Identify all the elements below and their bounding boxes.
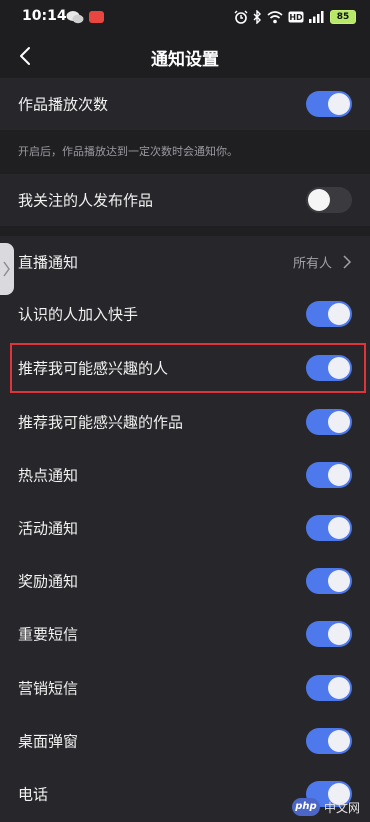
- setting-row-activity: 活动通知: [0, 502, 370, 554]
- setting-row-marketing-sms: 营销短信: [0, 662, 370, 714]
- setting-label: 奖励通知: [18, 572, 79, 591]
- play-count-toggle[interactable]: [306, 91, 352, 117]
- play-count-hint: 开启后，作品播放达到一定次数时会通知你。: [18, 145, 238, 158]
- setting-label: 重要短信: [18, 625, 79, 644]
- followed-post-toggle[interactable]: [306, 187, 352, 213]
- setting-row-important-sms: 重要短信: [0, 608, 370, 660]
- recommend-people-toggle[interactable]: [306, 355, 352, 381]
- nav-bar: 通知设置: [0, 34, 370, 78]
- watermark-logo: php: [291, 798, 320, 816]
- setting-label: 电话: [18, 785, 49, 804]
- setting-row-live[interactable]: 直播通知 所有人: [0, 236, 370, 288]
- acquaintance-join-toggle[interactable]: [306, 301, 352, 327]
- setting-label: 作品播放次数: [18, 95, 109, 114]
- side-drawer-handle[interactable]: [0, 243, 14, 295]
- wifi-icon: [267, 10, 283, 23]
- hd-icon: HD: [288, 11, 304, 23]
- setting-label: 认识的人加入快手: [18, 305, 139, 324]
- toggle-knob: [328, 570, 350, 592]
- toggle-knob: [328, 464, 350, 486]
- chevron-right-icon: [343, 255, 352, 269]
- toggle-knob: [328, 730, 350, 752]
- toggle-knob: [328, 303, 350, 325]
- setting-label: 我关注的人发布作品: [18, 191, 154, 210]
- chevron-right-icon: [3, 261, 10, 277]
- svg-text:HD: HD: [289, 13, 303, 22]
- toggle-knob: [328, 357, 350, 379]
- status-icons: HD 85: [234, 9, 356, 25]
- wechat-icon: [66, 11, 84, 24]
- setting-label: 热点通知: [18, 466, 79, 485]
- watermark-text: 中文网: [323, 800, 360, 815]
- status-time: 10:14: [22, 8, 67, 24]
- video-app-icon: [89, 11, 104, 23]
- section-divider: [0, 226, 370, 236]
- setting-row-reward: 奖励通知: [0, 555, 370, 607]
- hint-section: 开启后，作品播放达到一定次数时会通知你。: [0, 130, 370, 174]
- setting-row-acquaintance-join: 认识的人加入快手: [0, 288, 370, 340]
- important-sms-toggle[interactable]: [306, 621, 352, 647]
- reward-toggle[interactable]: [306, 568, 352, 594]
- bluetooth-icon: [253, 10, 261, 24]
- page-title: 通知设置: [151, 50, 219, 70]
- setting-label: 活动通知: [18, 519, 79, 538]
- setting-row-desktop-popup: 桌面弹窗: [0, 715, 370, 767]
- setting-label: 推荐我可能感兴趣的人: [18, 359, 169, 378]
- setting-label: 桌面弹窗: [18, 732, 79, 751]
- recommend-works-toggle[interactable]: [306, 409, 352, 435]
- battery-icon: 85: [330, 10, 356, 24]
- toggle-knob: [328, 93, 350, 115]
- settings-list: 作品播放次数 开启后，作品播放达到一定次数时会通知你。 我关注的人发布作品 直播…: [0, 78, 370, 822]
- status-bar: 10:14 HD 85: [0, 0, 370, 34]
- watermark: php 中文网: [291, 796, 360, 818]
- toggle-knob: [328, 677, 350, 699]
- live-value: 所有人: [292, 256, 332, 272]
- toggle-knob: [328, 411, 350, 433]
- signal-icon: [309, 11, 324, 23]
- setting-label: 直播通知: [18, 253, 79, 272]
- hot-toggle[interactable]: [306, 462, 352, 488]
- activity-toggle[interactable]: [306, 515, 352, 541]
- toggle-knob: [308, 189, 330, 211]
- alarm-icon: [234, 10, 248, 24]
- setting-row-followed-post: 我关注的人发布作品: [0, 174, 370, 226]
- toggle-knob: [328, 623, 350, 645]
- setting-row-play-count: 作品播放次数: [0, 78, 370, 130]
- setting-label: 推荐我可能感兴趣的作品: [18, 413, 184, 432]
- setting-label: 营销短信: [18, 679, 79, 698]
- setting-row-hot: 热点通知: [0, 449, 370, 501]
- setting-row-recommend-people: 推荐我可能感兴趣的人: [0, 342, 370, 394]
- setting-row-recommend-works: 推荐我可能感兴趣的作品: [0, 396, 370, 448]
- desktop-popup-toggle[interactable]: [306, 728, 352, 754]
- toggle-knob: [328, 517, 350, 539]
- marketing-sms-toggle[interactable]: [306, 675, 352, 701]
